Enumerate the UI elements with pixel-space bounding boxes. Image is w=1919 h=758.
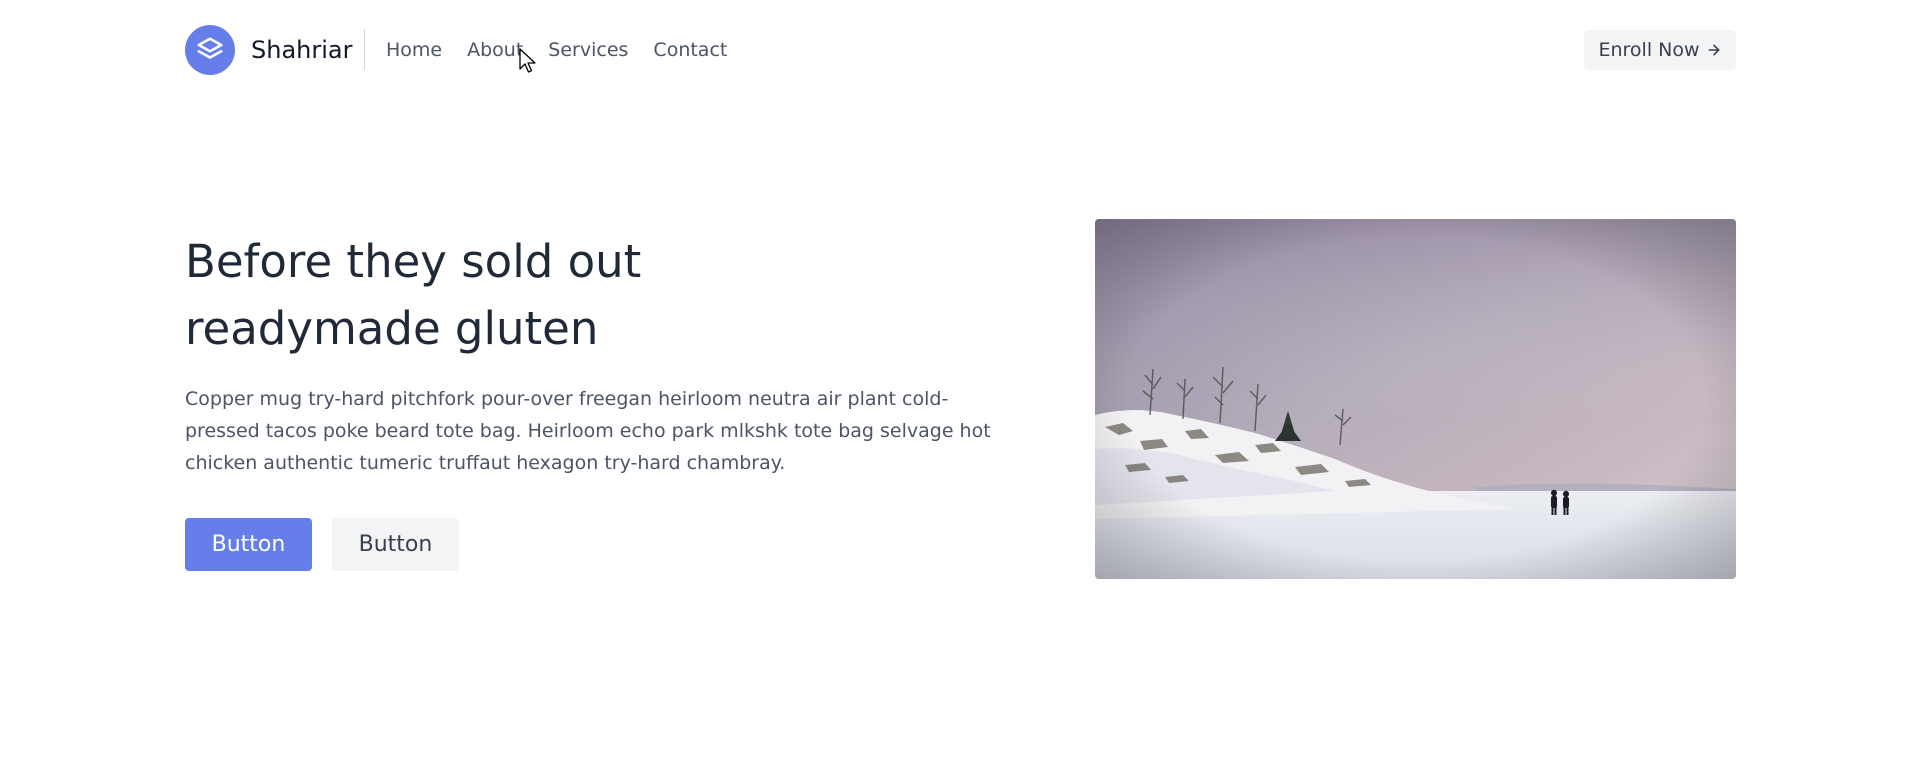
hero-title-line1: Before they sold out: [185, 235, 642, 288]
hero-title-line2: readymade gluten: [185, 302, 599, 355]
hero-image: [1095, 219, 1736, 579]
secondary-button[interactable]: Button: [332, 518, 459, 571]
enroll-now-label: Enroll Now: [1598, 39, 1700, 61]
nav-link-about[interactable]: About: [467, 39, 523, 61]
hero-title: Before they sold out readymade gluten: [185, 228, 885, 362]
nav-link-contact[interactable]: Contact: [653, 39, 727, 61]
arrow-right-icon: [1706, 42, 1722, 58]
main-nav: Home About Services Contact: [364, 29, 752, 70]
site-header: Shahriar Home About Services Contact Enr…: [0, 0, 1919, 100]
nav-link-services[interactable]: Services: [548, 39, 628, 61]
enroll-now-button[interactable]: Enroll Now: [1584, 30, 1736, 70]
mouse-cursor-icon: [519, 48, 537, 74]
nav-link-home[interactable]: Home: [386, 39, 442, 61]
brand-name: Shahriar: [251, 36, 353, 64]
brand[interactable]: Shahriar: [185, 25, 352, 75]
hero-description: Copper mug try-hard pitchfork pour-over …: [185, 388, 991, 474]
primary-button[interactable]: Button: [185, 518, 312, 571]
layers-icon: [185, 25, 235, 75]
